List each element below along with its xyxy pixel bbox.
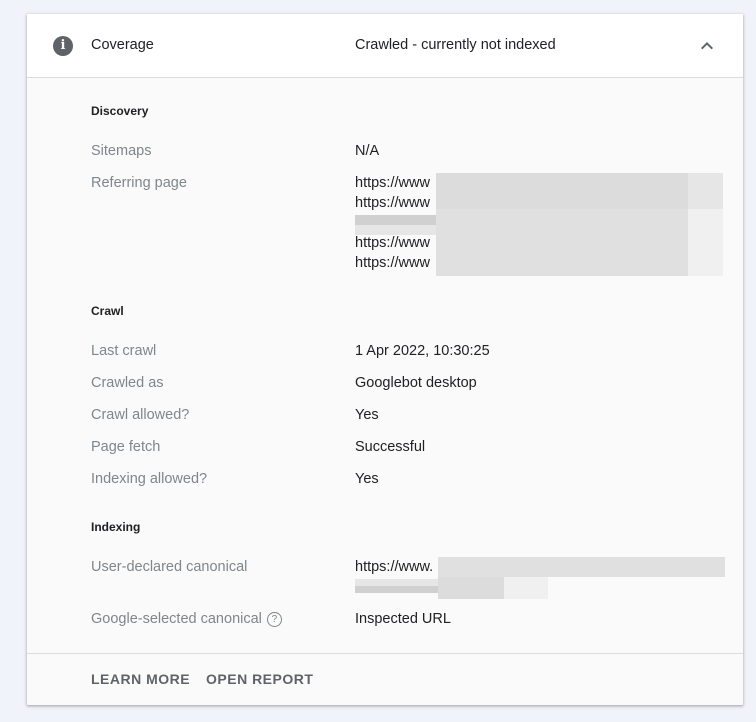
value-last-crawl: 1 Apr 2022, 10:30:25 — [355, 343, 490, 359]
value-page-fetch: Successful — [355, 439, 426, 455]
label-referring-page: Referring page — [91, 175, 187, 191]
redacted-block — [688, 173, 723, 209]
collapse-button[interactable] — [695, 34, 719, 58]
coverage-status: Crawled - currently not indexed — [355, 37, 556, 53]
section-title-discovery: Discovery — [91, 104, 149, 118]
label-last-crawl: Last crawl — [91, 343, 157, 359]
info-icon: i — [53, 36, 73, 56]
redacted-block — [355, 586, 438, 593]
help-icon[interactable]: ? — [266, 612, 282, 627]
chevron-up-icon — [701, 42, 713, 50]
label-crawled-as: Crawled as — [91, 375, 164, 391]
value-crawled-as: Googlebot desktop — [355, 375, 477, 391]
value-sitemaps: N/A — [355, 143, 380, 159]
redacted-block — [438, 557, 725, 577]
label-sitemaps: Sitemaps — [91, 143, 152, 159]
redacted-block — [436, 209, 688, 276]
card-footer: LEARN MORE OPEN REPORT — [27, 653, 743, 705]
label-indexing-allowed: Indexing allowed? — [91, 471, 208, 487]
coverage-card: i Coverage Crawled - currently not index… — [27, 14, 743, 705]
value-user-declared-canonical: https://www. — [355, 557, 725, 599]
redacted-block — [355, 215, 436, 225]
value-google-selected-canonical: Inspected URL — [355, 611, 451, 627]
value-referring-page: https://www https://www https://www http… — [355, 173, 725, 277]
redacted-block — [688, 209, 723, 276]
redacted-block — [355, 579, 438, 586]
section-title-crawl: Crawl — [91, 304, 124, 318]
section-title-indexing: Indexing — [91, 520, 141, 534]
label-google-selected-canonical: Google-selected canonical? — [91, 611, 282, 627]
label-crawl-allowed: Crawl allowed? — [91, 407, 190, 423]
learn-more-button[interactable]: LEARN MORE — [91, 671, 190, 687]
value-crawl-allowed: Yes — [355, 407, 379, 423]
redacted-block — [355, 225, 436, 235]
open-report-button[interactable]: OPEN REPORT — [206, 671, 313, 687]
redacted-block — [438, 577, 504, 599]
redacted-block — [504, 577, 548, 599]
coverage-header[interactable]: i Coverage Crawled - currently not index… — [27, 14, 743, 78]
redacted-block — [436, 173, 688, 209]
value-indexing-allowed: Yes — [355, 471, 379, 487]
label-page-fetch: Page fetch — [91, 439, 161, 455]
label-user-declared-canonical: User-declared canonical — [91, 559, 248, 575]
coverage-title: Coverage — [91, 37, 154, 53]
